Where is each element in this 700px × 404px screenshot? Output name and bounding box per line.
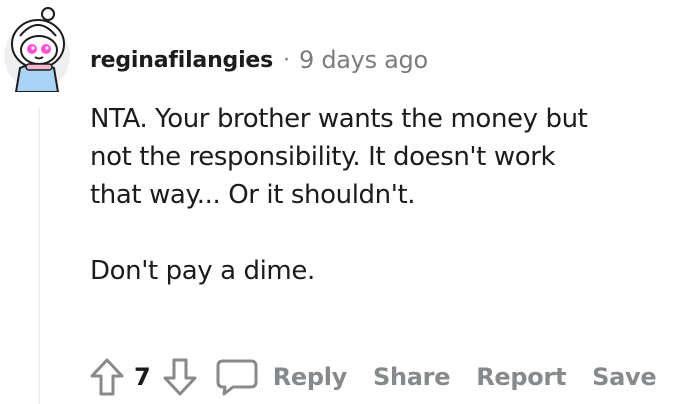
comment-paragraph: Don't pay a dime.	[90, 256, 315, 286]
share-button[interactable]: Share	[373, 363, 450, 391]
comment-line: NTA. Your brother wants the money but	[90, 104, 588, 134]
reply-label: Reply	[272, 363, 348, 391]
upvote-arrow-icon	[90, 358, 124, 396]
snoo-avatar-icon	[4, 7, 70, 93]
comment: reginafilangies · 9 days ago NTA. Your b…	[0, 0, 700, 404]
comment-actions: 7 Reply Share Report Save	[84, 352, 657, 402]
reply-button[interactable]: Reply	[215, 357, 347, 397]
comment-line: that way... Or it shouldn't.	[90, 180, 416, 210]
comment-header: reginafilangies · 9 days ago	[90, 42, 428, 78]
username[interactable]: reginafilangies	[90, 48, 273, 73]
comment-line: not the responsibility. It doesn't work	[90, 142, 556, 172]
speech-bubble-icon	[215, 357, 259, 397]
save-button[interactable]: Save	[592, 363, 657, 391]
comment-paragraph: NTA. Your brother wants the money but no…	[90, 100, 695, 214]
separator-dot: ·	[283, 47, 291, 73]
upvote-button[interactable]	[84, 354, 130, 400]
downvote-arrow-icon	[163, 358, 197, 396]
comment-body: NTA. Your brother wants the money but no…	[90, 100, 695, 290]
report-button[interactable]: Report	[476, 363, 566, 391]
downvote-button[interactable]	[157, 354, 203, 400]
avatar[interactable]	[2, 6, 72, 93]
timestamp[interactable]: 9 days ago	[299, 46, 428, 74]
thread-line[interactable]	[38, 108, 40, 404]
vote-score: 7	[134, 363, 151, 391]
